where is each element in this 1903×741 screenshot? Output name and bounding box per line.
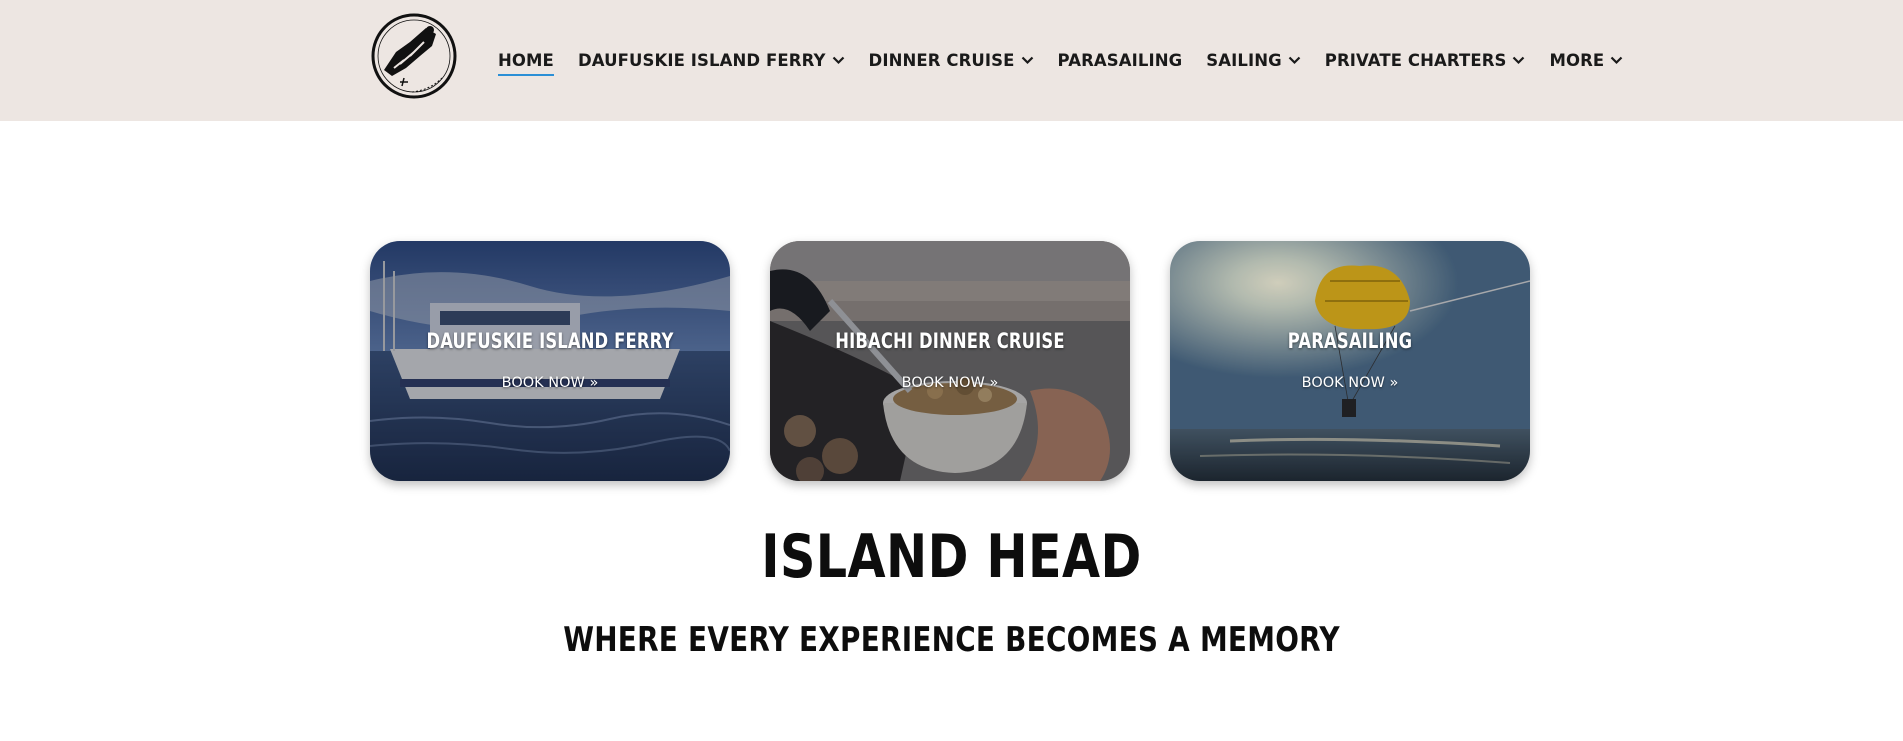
nav-item-sailing[interactable]: SAILING — [1206, 0, 1301, 121]
chevron-down-icon — [1021, 56, 1033, 65]
card-overlay — [770, 241, 1130, 481]
nav-item-daufuskie-island-ferry[interactable]: DAUFUSKIE ISLAND FERRY — [578, 0, 845, 121]
nav-item-label: MORE — [1549, 51, 1605, 70]
service-cards: DAUFUSKIE ISLAND FERRY BOOK NOW » HIBACH… — [370, 241, 1530, 481]
book-now-link[interactable]: BOOK NOW » — [1170, 375, 1530, 391]
nav-item-label: SAILING — [1206, 51, 1282, 70]
card-daufuskie-island-ferry[interactable]: DAUFUSKIE ISLAND FERRY BOOK NOW » — [370, 241, 730, 481]
nav-item-label: HOME — [498, 51, 554, 70]
nav-item-parasailing[interactable]: PARASAILING — [1058, 0, 1183, 121]
nav-item-label: DINNER CRUISE — [868, 51, 1015, 70]
card-title: PARASAILING — [1287, 329, 1413, 353]
page-headline: ISLAND HEAD — [761, 522, 1142, 592]
chevron-down-icon — [832, 56, 844, 65]
page-subheadline: WHERE EVERY EXPERIENCE BECOMES A MEMORY — [563, 620, 1340, 660]
island-head-logo-icon[interactable] — [370, 12, 458, 100]
nav-item-label: PARASAILING — [1057, 51, 1183, 70]
chevron-down-icon — [1513, 56, 1525, 65]
card-parasailing[interactable]: PARASAILING BOOK NOW » — [1170, 241, 1530, 481]
card-hibachi-dinner-cruise[interactable]: HIBACHI DINNER CRUISE BOOK NOW » — [770, 241, 1130, 481]
site-header: HOME DAUFUSKIE ISLAND FERRY DINNER CRUIS… — [0, 0, 1903, 121]
nav-item-label: DAUFUSKIE ISLAND FERRY — [577, 51, 826, 70]
card-title: HIBACHI DINNER CRUISE — [835, 329, 1065, 353]
book-now-link[interactable]: BOOK NOW » — [370, 375, 730, 391]
nav-item-private-charters[interactable]: PRIVATE CHARTERS — [1325, 0, 1526, 121]
main-nav: HOME DAUFUSKIE ISLAND FERRY DINNER CRUIS… — [498, 0, 1647, 121]
nav-item-home[interactable]: HOME — [498, 0, 554, 121]
chevron-down-icon — [1611, 56, 1623, 65]
nav-item-label: PRIVATE CHARTERS — [1324, 51, 1507, 70]
chevron-down-icon — [1288, 56, 1301, 65]
card-overlay — [1170, 241, 1530, 481]
card-overlay — [370, 241, 730, 481]
nav-item-dinner-cruise[interactable]: DINNER CRUISE — [869, 0, 1034, 121]
book-now-link[interactable]: BOOK NOW » — [770, 375, 1130, 391]
nav-item-more[interactable]: MORE — [1549, 0, 1623, 121]
card-title: DAUFUSKIE ISLAND FERRY — [426, 329, 674, 353]
